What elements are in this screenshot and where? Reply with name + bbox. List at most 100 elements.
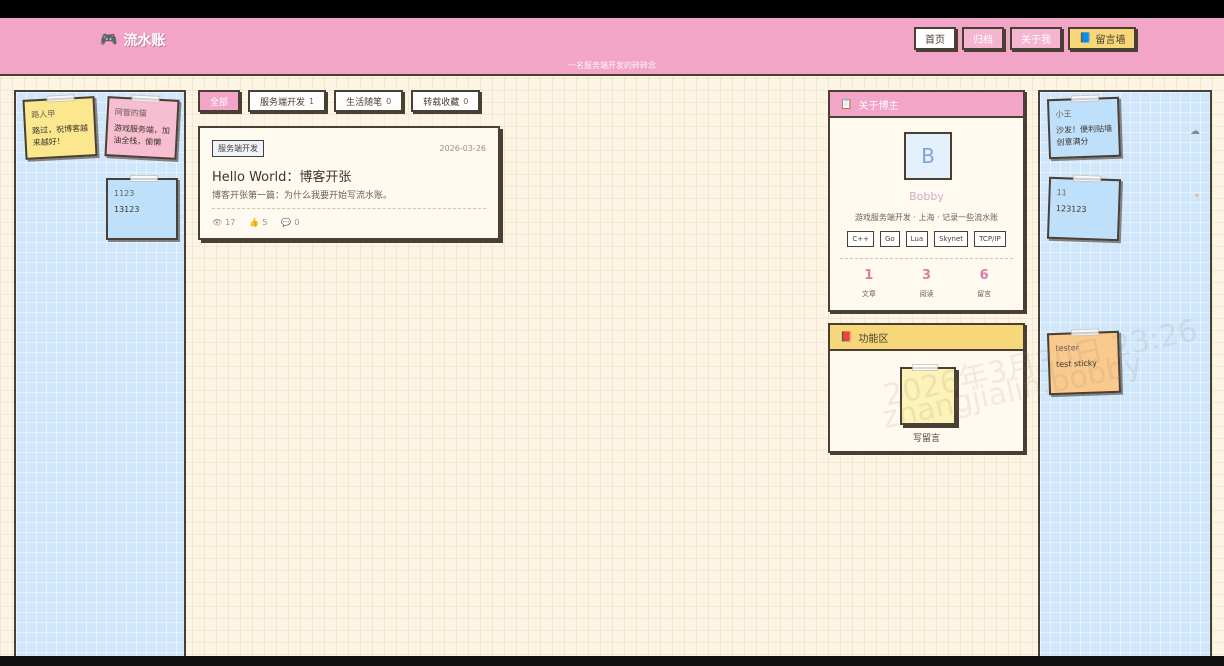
profile-name: Bobby	[909, 190, 944, 203]
nav-about-button[interactable]: 关于我	[1010, 27, 1062, 50]
tape-decoration	[46, 94, 75, 103]
site-header: 🎮 流水账 一名服务端开发的碎碎念 首页 归档 关于我 📘 留言墙	[0, 18, 1224, 76]
skill-tag: C++	[847, 231, 874, 247]
sticky-note[interactable]: 11 123123	[1046, 174, 1122, 242]
post-title[interactable]: Hello World：博客开张	[212, 166, 351, 185]
write-note-button[interactable]	[900, 364, 956, 425]
filter-label: 转载收藏	[423, 97, 460, 108]
function-card-title: 功能区	[858, 333, 889, 345]
right-sticky-wall: ☁ ✦ 小王 沙发！便利贴墙创意满分 11 123123 tester test…	[1038, 90, 1212, 656]
comment-icon: 💬	[281, 218, 292, 227]
page-canvas: 🎮 流水账 一名服务端开发的碎碎念 首页 归档 关于我 📘 留言墙 路人甲 路过…	[0, 18, 1224, 656]
nav-archive-button[interactable]: 归档	[962, 27, 1004, 50]
sticky-text: 13123	[114, 205, 140, 214]
write-note-label[interactable]: 写留言	[830, 431, 1023, 444]
sticky-note[interactable]: tester test sticky	[1046, 328, 1122, 396]
filter-count: 0	[386, 96, 392, 106]
function-card: 📕 功能区 写留言	[828, 323, 1025, 453]
comments-count: 0	[294, 218, 300, 227]
nav-guestbook-button[interactable]: 📘 留言墙	[1068, 27, 1137, 50]
stat-articles: 1 文章	[844, 268, 894, 299]
filter-count: 0	[463, 96, 469, 106]
bottom-edge-bar	[0, 656, 1224, 666]
site-title: 流水账	[123, 33, 166, 49]
filter-label: 全部	[210, 97, 229, 108]
sticky-author: 1123	[114, 189, 135, 198]
skill-tag: TCP/IP	[974, 231, 1006, 247]
filter-repost[interactable]: 转载收藏 0	[411, 90, 481, 112]
post-likes: 👍 5	[249, 218, 267, 227]
sticky-text: test sticky	[1055, 358, 1098, 369]
function-card-header: 📕 功能区	[830, 325, 1023, 351]
category-filters: 全部 服务端开发 1 生活随笔 0 转载收藏 0	[198, 90, 481, 112]
sticky-author: 路人甲	[31, 109, 56, 120]
avatar: B	[904, 132, 952, 180]
book-icon: 📕	[840, 331, 853, 343]
gamepad-icon: 🎮	[100, 32, 118, 48]
sticky-text: 123123	[1055, 204, 1087, 215]
stat-label: 留言	[977, 290, 992, 298]
sticky-author: 11	[1056, 188, 1067, 198]
sticky-author: 网管的猫	[114, 107, 147, 119]
tape-decoration	[131, 94, 160, 103]
sticky-author: tester	[1055, 343, 1080, 353]
sticky-author: 小王	[1055, 109, 1072, 119]
left-sticky-wall: 路人甲 路过，祝博客越来越好！ 网管的猫 游戏服务端，加油全栈，偷懒 1123 …	[14, 90, 186, 656]
stat-number: 6	[979, 268, 989, 283]
post-tag[interactable]: 服务端开发	[212, 140, 264, 157]
stat-label: 文章	[861, 290, 876, 298]
post-divider	[212, 208, 486, 209]
skill-tag: Go	[879, 231, 900, 247]
filter-life[interactable]: 生活随笔 0	[334, 90, 404, 112]
tape-decoration	[1072, 174, 1102, 183]
thumbs-up-icon: 👍	[249, 218, 260, 227]
sticky-text: 游戏服务端，加油全栈，偷懒	[113, 123, 171, 148]
tape-decoration	[1070, 328, 1100, 337]
profile-card: 📋 关于博主 B Bobby 游戏服务端开发 · 上海 · 记录一些流水账 C+…	[828, 90, 1025, 312]
profile-bio: 游戏服务端开发 · 上海 · 记录一些流水账	[854, 213, 999, 222]
profile-divider	[840, 258, 1013, 259]
sticky-note[interactable]: 路人甲 路过，祝博客越来越好！	[22, 94, 98, 160]
profile-card-title: 关于博主	[858, 100, 899, 112]
skill-tag: Lua	[905, 231, 929, 247]
stat-number: 1	[864, 268, 874, 283]
filter-all[interactable]: 全部	[198, 90, 241, 112]
site-subtitle: 一名服务端开发的碎碎念	[568, 61, 656, 70]
nav-guestbook-label: 留言墙	[1095, 35, 1126, 46]
post-excerpt: 博客开张第一篇：为什么我要开始写流水账。	[212, 191, 393, 201]
sticky-note[interactable]: 网管的猫 游戏服务端，加油全栈，偷懒	[104, 94, 180, 160]
sticky-note[interactable]: 1123 13123	[106, 175, 178, 240]
tape-decoration	[130, 175, 158, 182]
filter-count: 1	[309, 96, 315, 106]
profile-stats: 1 文章 3 阅读 6 留言	[840, 268, 1013, 299]
post-views: 👁 17	[212, 218, 235, 227]
post-comments: 💬 0	[281, 218, 299, 227]
nav-home-button[interactable]: 首页	[914, 27, 956, 50]
clipboard-icon: 📋	[840, 98, 853, 110]
profile-card-header: 📋 关于博主	[830, 92, 1023, 118]
sparkle-icon: ✦	[1194, 192, 1200, 200]
skill-tag: Skynet	[934, 231, 969, 247]
sticky-text: 路过，祝博客越来越好！	[31, 123, 89, 148]
main-nav: 首页 归档 关于我 📘 留言墙	[914, 27, 1137, 50]
post-date: 2026-03-26	[439, 144, 487, 153]
views-count: 17	[225, 218, 236, 227]
sticky-note[interactable]: 小王 沙发！便利贴墙创意满分	[1046, 94, 1122, 160]
stat-reads: 3 阅读	[901, 268, 951, 299]
stat-label: 阅读	[919, 290, 934, 298]
filter-label: 生活随笔	[346, 97, 383, 108]
tape-decoration	[1070, 94, 1100, 103]
stat-messages: 6 留言	[959, 268, 1009, 299]
notebook-icon: 📘	[1079, 33, 1092, 44]
filter-label: 服务端开发	[260, 97, 306, 108]
site-logo[interactable]: 🎮 流水账	[100, 30, 165, 50]
stat-number: 3	[921, 268, 931, 283]
post-stats: 👁 17 👍 5 💬 0	[212, 218, 299, 227]
post-card[interactable]: 服务端开发 2026-03-26 Hello World：博客开张 博客开张第一…	[198, 126, 500, 240]
filter-backend[interactable]: 服务端开发 1	[248, 90, 327, 112]
skill-tags: C++ Go Lua Skynet TCP/IP	[844, 231, 1009, 247]
tape-decoration	[912, 364, 938, 371]
eye-icon: 👁	[212, 218, 223, 227]
likes-count: 5	[262, 218, 268, 227]
cloud-icon: ☁	[1190, 126, 1200, 137]
